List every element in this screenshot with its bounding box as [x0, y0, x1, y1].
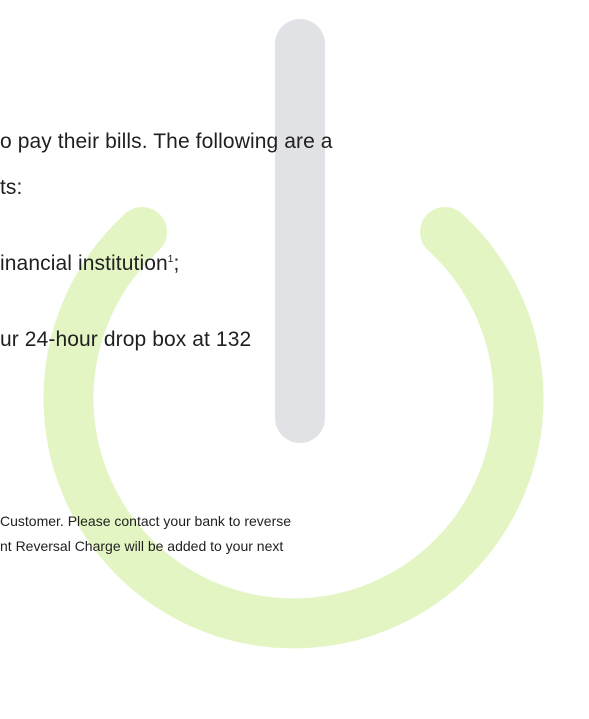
- document-page: o pay their bills. The following are a t…: [0, 0, 589, 719]
- list-item-1-text: inancial institution: [0, 252, 168, 275]
- footnote-line-2-text: nt Reversal Charge will be added to your…: [0, 538, 284, 554]
- footnote-line-1-text: Customer. Please contact your bank to re…: [0, 513, 292, 529]
- list-item-financial-institution: inancial institution1;: [0, 252, 179, 276]
- list-item-2-text: ur 24-hour drop box at 132: [0, 328, 252, 351]
- paragraph-line-1: o pay their bills. The following are a: [0, 130, 333, 154]
- footnote-line-1: Customer. Please contact your bank to re…: [0, 513, 291, 529]
- paragraph-line-2-text: ts:: [0, 176, 23, 199]
- paragraph-line-1-text: o pay their bills. The following are a: [0, 130, 333, 153]
- list-item-drop-box: ur 24-hour drop box at 132: [0, 328, 251, 352]
- paragraph-line-2: ts:: [0, 176, 22, 200]
- list-item-1-suffix: ;: [173, 252, 180, 275]
- footnote-line-2: nt Reversal Charge will be added to your…: [0, 538, 283, 554]
- power-icon: [43, 19, 544, 649]
